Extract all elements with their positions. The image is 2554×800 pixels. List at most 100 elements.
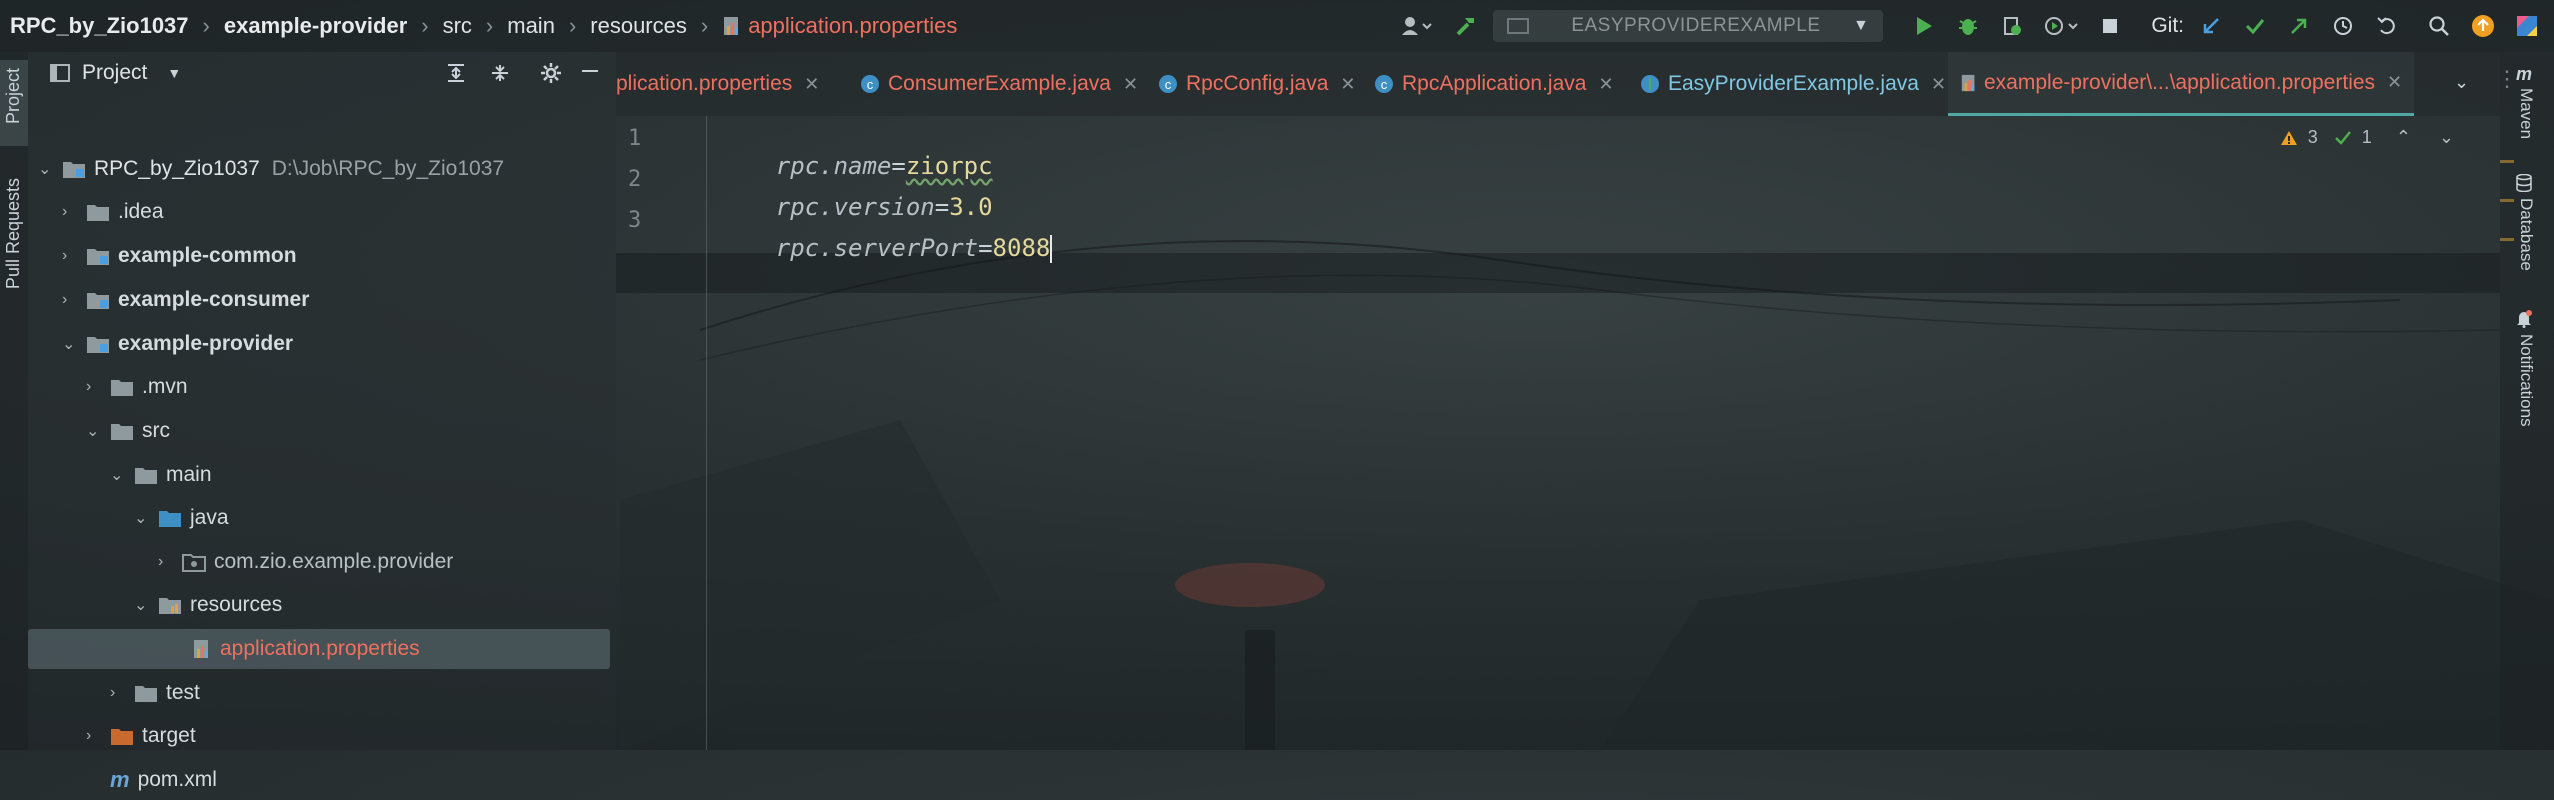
tree-item-application-properties[interactable]: application.properties	[28, 629, 610, 669]
tree-item-idea[interactable]: › .idea	[28, 192, 164, 232]
breadcrumb: RPC_by_Zio1037 › example-provider › src …	[10, 0, 957, 52]
inspection-widget[interactable]: 3 1 ⌃ ⌄	[2280, 127, 2454, 148]
project-tool-button[interactable]: Project	[0, 60, 28, 146]
minimize-icon[interactable]	[582, 70, 598, 72]
breadcrumb-project[interactable]: RPC_by_Zio1037	[10, 13, 189, 39]
stop-icon[interactable]	[2093, 9, 2127, 43]
tab-label: EasyProviderExample.java	[1668, 72, 1919, 95]
project-panel-header: Project ▼	[28, 52, 616, 94]
tabs-overflow-chevron-icon[interactable]: ⌄	[2454, 72, 2469, 93]
chevron-right-icon[interactable]: ›	[110, 684, 128, 702]
database-tool-button[interactable]: Database	[2510, 174, 2544, 284]
chevron-up-icon[interactable]: ⌃	[2396, 127, 2411, 148]
tab-application-properties-partial[interactable]: plication.properties ✕	[616, 52, 819, 116]
build-hammer-icon[interactable]	[1449, 9, 1483, 43]
tree-item-mvn[interactable]: › .mvn	[28, 367, 188, 407]
chevron-down-icon[interactable]: ⌄	[86, 421, 104, 441]
run-config-icon	[1507, 18, 1530, 34]
properties-file-icon	[192, 638, 212, 660]
profile-icon[interactable]	[2039, 9, 2083, 43]
chevron-right-icon[interactable]: ›	[62, 203, 80, 221]
tab-active-application-properties[interactable]: example-provider\...\application.propert…	[1948, 52, 2415, 116]
breadcrumb-file[interactable]: application.properties	[748, 13, 957, 39]
chevron-down-icon[interactable]: ⌄	[2439, 127, 2454, 148]
history-icon[interactable]	[2326, 9, 2360, 43]
gear-icon[interactable]	[540, 62, 562, 84]
notifications-tool-button[interactable]: Notifications	[2510, 310, 2544, 460]
tree-item-package[interactable]: › com.zio.example.provider	[28, 542, 453, 582]
tree-item-label: main	[166, 463, 212, 486]
chevron-right-icon[interactable]: ›	[62, 291, 80, 309]
module-folder-icon	[86, 334, 110, 354]
editor-tabs: plication.properties ✕ c ConsumerExample…	[616, 52, 2518, 116]
properties-file-icon	[722, 15, 742, 37]
close-icon[interactable]: ✕	[804, 74, 819, 95]
tree-item-target[interactable]: › target	[28, 716, 196, 756]
maven-tool-button[interactable]: m Maven	[2510, 64, 2544, 154]
debug-icon[interactable]	[1951, 9, 1985, 43]
git-update-icon[interactable]	[2194, 9, 2228, 43]
close-icon[interactable]: ✕	[2387, 72, 2402, 93]
chevron-down-icon[interactable]: ⌄	[134, 508, 152, 528]
tab-rpc-config[interactable]: c RpcConfig.java ✕	[1158, 52, 1356, 116]
breadcrumb-src[interactable]: src	[443, 13, 472, 39]
tree-item-resources[interactable]: ⌄ resources	[28, 585, 282, 625]
run-configuration-select[interactable]: EASYPROVIDEREXAMPLE ▼	[1493, 10, 1884, 42]
expand-all-icon[interactable]	[446, 63, 466, 83]
project-panel-title[interactable]: Project	[82, 61, 147, 85]
chevron-down-icon[interactable]: ⌄	[62, 334, 80, 354]
search-icon[interactable]	[2422, 9, 2456, 43]
property-equals: =	[978, 234, 993, 262]
tab-easy-provider-example[interactable]: EasyProviderExample.java ✕	[1640, 52, 1946, 116]
tab-label: example-provider\...\application.propert…	[1984, 70, 2376, 94]
git-push-icon[interactable]	[2282, 9, 2316, 43]
tab-consumer-example[interactable]: c ConsumerExample.java ✕	[860, 52, 1138, 116]
tree-item-example-provider[interactable]: ⌄ example-provider	[28, 324, 293, 364]
close-icon[interactable]: ✕	[1123, 74, 1138, 95]
chevron-down-icon[interactable]: ▼	[167, 65, 181, 81]
code-line[interactable]: rpc.serverPort=8088	[718, 206, 1053, 291]
close-icon[interactable]: ✕	[1340, 74, 1355, 95]
user-icon[interactable]	[1395, 9, 1439, 43]
breadcrumb-module[interactable]: example-provider	[224, 13, 407, 39]
tab-rpc-application[interactable]: c RpcApplication.java ✕	[1374, 52, 1614, 116]
tree-item-src[interactable]: ⌄ src	[28, 411, 170, 451]
svg-text:c: c	[1165, 77, 1172, 92]
chevron-down-icon[interactable]: ⌄	[38, 159, 56, 179]
chevron-down-icon[interactable]: ⌄	[110, 465, 128, 485]
breadcrumb-separator: ›	[485, 13, 494, 38]
chevron-right-icon[interactable]: ›	[86, 378, 104, 396]
chevron-right-icon[interactable]: ›	[158, 553, 176, 571]
chevron-right-icon[interactable]: ›	[86, 727, 104, 745]
tree-item-test[interactable]: › test	[28, 673, 200, 713]
coverage-icon[interactable]	[1995, 9, 2029, 43]
maven-tool-label: Maven	[2517, 88, 2536, 140]
tree-item-example-consumer[interactable]: › example-consumer	[28, 280, 309, 320]
chevron-right-icon[interactable]: ›	[62, 247, 80, 265]
update-available-icon[interactable]	[2466, 9, 2500, 43]
ide-logo-icon[interactable]	[2510, 9, 2544, 43]
breadcrumb-resources[interactable]: resources	[590, 13, 687, 39]
close-icon[interactable]: ✕	[1598, 74, 1613, 95]
tree-item-main[interactable]: ⌄ main	[28, 455, 212, 495]
folder-icon	[110, 377, 134, 397]
java-class-icon: c	[1374, 74, 1394, 94]
tree-item-pom[interactable]: m pom.xml	[28, 760, 217, 800]
breadcrumb-main[interactable]: main	[507, 13, 555, 39]
property-value: 8088	[992, 234, 1051, 262]
tree-item-root[interactable]: ⌄ RPC_by_Zio1037 D:\Job\RPC_by_Zio1037	[28, 149, 504, 189]
rollback-icon[interactable]	[2370, 9, 2404, 43]
line-number: 2	[628, 167, 642, 192]
pull-requests-tool-button[interactable]: Pull Requests	[0, 172, 28, 322]
tree-item-label: example-common	[118, 244, 297, 267]
collapse-all-icon[interactable]	[490, 63, 510, 83]
left-tool-stripe: Project Pull Requests	[0, 52, 28, 750]
tree-item-java[interactable]: ⌄ java	[28, 498, 229, 538]
properties-file-icon	[1960, 73, 1978, 93]
package-icon	[182, 552, 206, 572]
git-commit-icon[interactable]	[2238, 9, 2272, 43]
run-icon[interactable]	[1907, 9, 1941, 43]
tree-item-example-common[interactable]: › example-common	[28, 236, 297, 276]
chevron-down-icon[interactable]: ⌄	[134, 595, 152, 615]
close-icon[interactable]: ✕	[1931, 74, 1946, 95]
